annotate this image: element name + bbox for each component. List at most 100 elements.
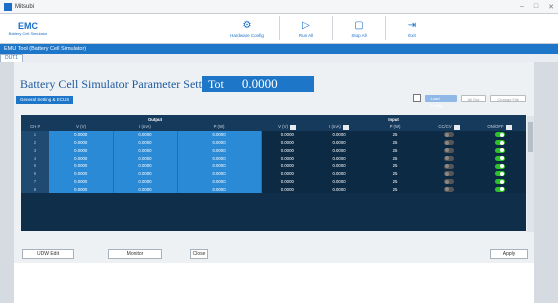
maximize-icon[interactable]: □ [534,3,538,11]
input-voltage-cell[interactable]: 0.0000 [261,185,314,194]
input-power-cell[interactable]: 25 [365,154,426,162]
onoff-toggle[interactable] [494,163,505,169]
close-icon[interactable]: ✕ [548,3,554,11]
output-voltage-cell: 0.0000 [49,169,114,178]
output-voltage-cell: 0.0000 [49,138,114,147]
output-power-cell: 0.0000 [177,138,262,147]
table-scrollbar[interactable] [527,116,534,232]
input-current-cell[interactable]: 0.0000 [313,161,366,170]
play-icon: ▷ [302,19,310,31]
cccv-toggle[interactable] [444,155,455,161]
output-power-cell: 0.0000 [177,169,262,178]
input-voltage-cell[interactable]: 0.0000 [261,138,314,147]
input-power-cell[interactable]: 25 [365,177,426,186]
channel-number: 7 [21,177,49,186]
window-title: Mitsubi [15,3,35,10]
table-row: 3 0.0000 0.0000 0.0000 0.0000 0.0000 25 [21,146,527,155]
cccv-toggle[interactable] [444,140,455,146]
dut-select[interactable]: All Dut [460,94,487,102]
cccv-toggle[interactable] [444,132,455,138]
onoff-toggle[interactable] [494,147,505,153]
tab-general-setting[interactable]: General Setting & ECUS [16,96,74,104]
table-row: 8 0.0000 0.0000 0.0000 0.0000 0.0000 25 [21,185,527,194]
input-current-cell[interactable]: 0.0000 [313,169,366,178]
exit-button[interactable]: ⇥ Exit [392,16,432,42]
input-power-cell[interactable]: 25 [365,130,426,139]
total-label: Tot [208,76,224,91]
input-power-cell[interactable]: 25 [365,169,426,178]
tab-strip: DUT1 [0,54,558,62]
input-current-cell[interactable]: 0.0000 [313,177,366,186]
input-voltage-cell[interactable]: 0.0000 [261,169,314,178]
exit-icon: ⇥ [407,19,417,31]
output-power-cell: 0.0000 [177,130,262,139]
input-current-cell[interactable]: 0.0000 [313,154,366,162]
cccv-dropdown-icon[interactable] [453,124,460,130]
table-row: 4 0.0000 0.0000 0.0000 0.0000 0.0000 25 [21,154,527,162]
output-voltage-cell: 0.0000 [49,130,114,139]
cccv-toggle[interactable] [444,179,455,185]
input-power-cell[interactable]: 25 [365,146,426,155]
apply-button[interactable]: Apply [490,249,528,259]
load-config-button[interactable]: Load Config [424,94,457,108]
cccv-toggle[interactable] [444,163,455,169]
page-title: Battery Cell Simulator Parameter Setting [20,76,218,91]
parameter-panel: Battery Cell Simulator Parameter Setting… [14,62,534,303]
input-current-cell[interactable]: 0.0000 [313,138,366,147]
input-voltage-cell[interactable]: 0.0000 [261,177,314,186]
col-header-ch: CH # [21,123,49,131]
output-voltage-cell: 0.0000 [49,146,114,155]
change-file-button[interactable]: Change File [490,94,526,102]
input-current-cell[interactable]: 0.0000 [313,146,366,155]
monitor-button[interactable]: Monitor [108,249,162,259]
onoff-toggle[interactable] [494,132,505,138]
input-current-cell[interactable]: 0.0000 [313,130,366,139]
onoff-toggle[interactable] [494,179,505,185]
logo-subtitle: Battery Cell Simulator [8,30,48,36]
input-voltage-cell[interactable]: 0.0000 [261,154,314,162]
input-power-cell[interactable]: 25 [365,161,426,170]
output-power-cell: 0.0000 [177,154,262,162]
channel-number: 5 [21,161,49,170]
minimize-icon[interactable]: – [520,3,524,11]
stop-all-button[interactable]: ▢ Stop All [339,16,379,42]
onoff-toggle[interactable] [494,171,505,177]
udw-edit-button[interactable]: UDW Edit [22,249,74,259]
exit-label: Exit [408,32,416,38]
onoff-toggle[interactable] [494,186,505,192]
channel-number: 6 [21,169,49,178]
tab-dut1[interactable]: DUT1 [0,54,24,62]
input-voltage-cell[interactable]: 0.0000 [261,161,314,170]
onoff-dropdown-icon[interactable] [505,124,512,130]
cccv-toggle[interactable] [444,171,455,177]
channel-number: 3 [21,146,49,155]
stop-all-label: Stop All [351,32,367,38]
table-row: 7 0.0000 0.0000 0.0000 0.0000 0.0000 25 [21,177,527,186]
title-bar: Mitsubi – □ ✕ [0,0,558,14]
table-row: 5 0.0000 0.0000 0.0000 0.0000 0.0000 25 [21,161,527,170]
output-power-cell: 0.0000 [177,177,262,186]
hardware-config-button[interactable]: ⚙ Hardware Config [221,16,273,42]
i-dropdown-icon[interactable] [342,124,349,130]
channel-number: 8 [21,185,49,194]
input-voltage-cell[interactable]: 0.0000 [261,130,314,139]
col-header-onoff: ON/OFF [473,123,527,131]
onoff-toggle[interactable] [494,140,505,146]
app-logo: EMC Battery Cell Simulator [8,18,48,40]
run-all-button[interactable]: ▷ Run All [286,16,326,42]
cccv-toggle[interactable] [444,186,455,192]
app-title-bar: EMU Tool (Battery Cell Simulator) [0,44,558,54]
cccv-toggle[interactable] [444,147,455,153]
onoff-toggle[interactable] [494,155,505,161]
input-power-cell[interactable]: 25 [365,138,426,147]
output-voltage-cell: 0.0000 [49,161,114,170]
v-dropdown-icon[interactable] [289,124,296,130]
input-current-cell[interactable]: 0.0000 [313,185,366,194]
select-checkbox[interactable] [412,94,421,102]
input-power-cell[interactable]: 25 [365,185,426,194]
close-button[interactable]: Close [190,249,208,259]
input-voltage-cell[interactable]: 0.0000 [261,146,314,155]
app-icon [4,2,12,11]
output-group-header: Output [49,115,262,123]
output-current-cell: 0.0000 [113,177,178,186]
